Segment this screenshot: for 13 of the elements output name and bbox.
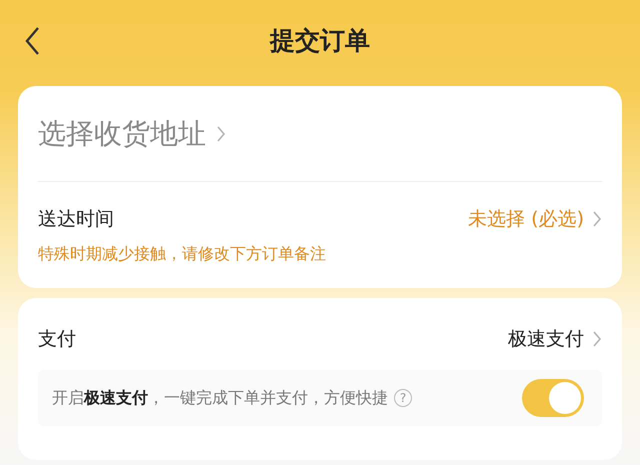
page-title: 提交订单 [270, 24, 370, 56]
address-selector[interactable]: 选择收货地址 [38, 114, 206, 152]
payment-label: 支付 [38, 327, 77, 352]
help-icon[interactable]: ? [394, 389, 412, 407]
payment-method-value[interactable]: 极速支付 [508, 326, 584, 352]
delivery-time-label: 送达时间 [38, 207, 115, 232]
chevron-right-icon [216, 124, 226, 142]
chevron-right-icon [592, 210, 602, 228]
delivery-hint: 特殊时期减少接触，请修改下方订单备注 [38, 244, 327, 265]
chevron-right-icon [592, 330, 602, 348]
fast-pay-description: 开启极速支付，一键完成下单并支付，方便快捷 [52, 388, 388, 408]
fast-pay-toggle[interactable] [522, 379, 584, 417]
delivery-time-value[interactable]: 未选择 (必选) [468, 206, 584, 232]
